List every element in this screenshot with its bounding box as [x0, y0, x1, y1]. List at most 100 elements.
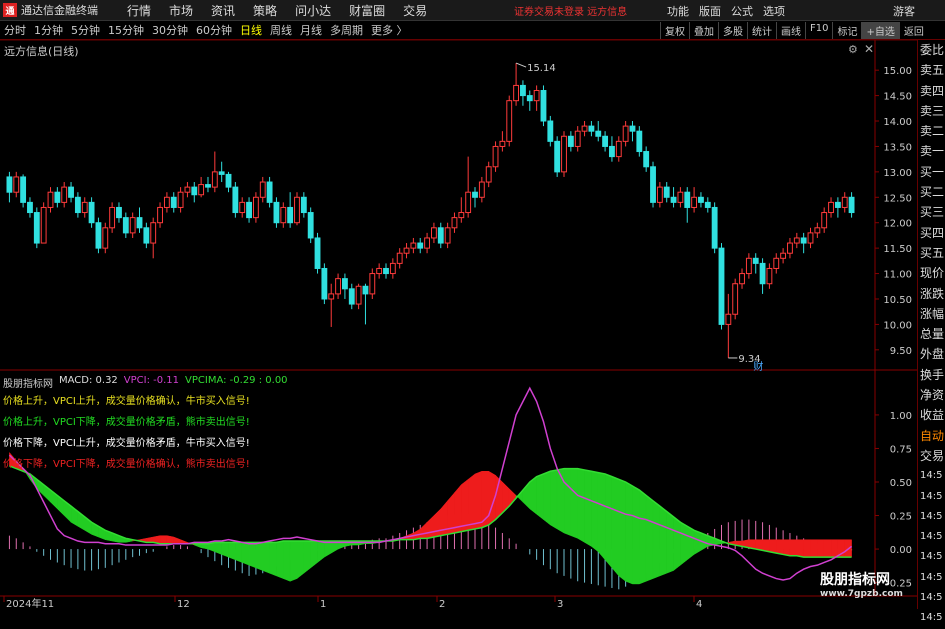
- tool-button[interactable]: 返回: [898, 22, 928, 39]
- side-label[interactable]: 14:5: [918, 487, 945, 507]
- indicator-name[interactable]: 股朋指标网: [3, 375, 53, 390]
- candle-body: [841, 196, 848, 208]
- tool-button[interactable]: 叠加: [689, 22, 718, 39]
- ribbon-segment: [214, 542, 222, 555]
- side-label[interactable]: 14:5: [918, 527, 945, 547]
- period-tab[interactable]: 周线: [266, 24, 296, 37]
- candle-body: [602, 135, 609, 147]
- side-label[interactable]: 14:5: [918, 568, 945, 588]
- ribbon-segment: [782, 539, 791, 557]
- ribbon-segment: [228, 542, 236, 561]
- period-tab[interactable]: 分时: [0, 24, 30, 37]
- tool-button[interactable]: 统计: [747, 22, 776, 39]
- side-label[interactable]: 买五: [918, 243, 945, 263]
- side-label[interactable]: 涨幅: [918, 304, 945, 324]
- candle-body: [663, 186, 670, 198]
- candle-body: [252, 196, 259, 219]
- right-menu-item[interactable]: 版面: [694, 3, 726, 19]
- tool-button[interactable]: 复权: [660, 22, 689, 39]
- side-label[interactable]: 涨跌: [918, 284, 945, 304]
- ribbon-segment: [447, 492, 455, 535]
- side-label[interactable]: 14:5: [918, 608, 945, 628]
- top-menu-item[interactable]: 市场: [160, 2, 202, 19]
- side-label[interactable]: 收益: [918, 405, 945, 425]
- ribbon-segment: [734, 540, 743, 547]
- candle-body: [595, 130, 602, 137]
- tool-button[interactable]: 标记: [832, 22, 861, 39]
- period-tab[interactable]: 多周期: [326, 24, 367, 37]
- candle-body: [266, 181, 273, 203]
- candle-body: [444, 227, 451, 244]
- side-label[interactable]: 外盘: [918, 344, 945, 364]
- login-warning[interactable]: 证券交易未登录 远方信息: [514, 3, 627, 18]
- period-tab[interactable]: 日线: [236, 24, 266, 37]
- right-menu-item[interactable]: 公式: [726, 3, 758, 19]
- period-tab[interactable]: 月线: [296, 24, 326, 37]
- period-tab[interactable]: 30分钟: [148, 24, 192, 37]
- side-label[interactable]: 买二: [918, 182, 945, 202]
- side-label[interactable]: 14:5: [918, 588, 945, 608]
- candle-body: [691, 196, 698, 208]
- period-tab[interactable]: 60分钟: [192, 24, 236, 37]
- ribbon-segment: [748, 539, 756, 550]
- ribbon-segment: [111, 532, 120, 543]
- right-menu-item[interactable]: 选项: [758, 3, 790, 19]
- ribbon-segment: [194, 543, 202, 549]
- top-menu-item[interactable]: 资讯: [202, 2, 244, 19]
- top-menu-item[interactable]: 财富圈: [340, 2, 394, 19]
- ribbon-segment: [70, 505, 79, 527]
- side-label[interactable]: 卖一: [918, 141, 945, 161]
- period-tab[interactable]: 15分钟: [104, 24, 148, 37]
- side-label[interactable]: 买四: [918, 223, 945, 243]
- guest-label[interactable]: 游客: [893, 3, 915, 19]
- side-label[interactable]: 卖二: [918, 121, 945, 141]
- period-tab[interactable]: 1分钟: [30, 24, 67, 37]
- side-label[interactable]: 14:5: [918, 507, 945, 527]
- candle-body: [362, 285, 369, 295]
- gear-icon[interactable]: ⚙: [848, 43, 858, 56]
- side-label[interactable]: 卖三: [918, 101, 945, 121]
- close-icon[interactable]: ✕: [864, 42, 874, 56]
- side-label[interactable]: 买一: [918, 162, 945, 182]
- side-label[interactable]: 总量: [918, 324, 945, 344]
- candle-body: [561, 135, 567, 173]
- tool-button[interactable]: 画线: [776, 22, 805, 39]
- high-label: 15.14: [527, 63, 556, 74]
- side-label[interactable]: 卖五: [918, 60, 945, 80]
- period-tabs: 分时 1分钟 5分钟 15分钟 30分钟 60分钟 日线 周线 月线 多周期 更多 〉: [0, 22, 412, 38]
- side-label[interactable]: 交易: [918, 446, 945, 466]
- top-menu-item[interactable]: 行情: [118, 2, 160, 19]
- side-label[interactable]: 卖四: [918, 81, 945, 101]
- tool-button[interactable]: 多股: [718, 22, 747, 39]
- period-tab[interactable]: 5分钟: [67, 24, 104, 37]
- x-tick-label: 2024年11: [6, 597, 54, 609]
- candle-body: [335, 278, 341, 295]
- side-label[interactable]: 委比: [918, 40, 945, 60]
- chart-tools: 复权 叠加 多股 统计 画线 F10 标记 +自选 返回: [660, 22, 928, 39]
- legend-line: 价格下降，VPCI上升，成交量价格矛盾，牛市买入信号!: [3, 438, 250, 449]
- tool-button[interactable]: F10: [805, 22, 832, 39]
- side-label[interactable]: 现价: [918, 263, 945, 283]
- tool-button[interactable]: +自选: [861, 22, 899, 39]
- ribbon-segment: [36, 478, 44, 497]
- side-label[interactable]: 换手: [918, 365, 945, 385]
- side-label[interactable]: 买三: [918, 202, 945, 222]
- top-menu-item[interactable]: 问小达: [286, 2, 340, 19]
- price-tick-label: 11.50: [883, 244, 912, 255]
- top-menu-item[interactable]: 交易: [394, 2, 436, 19]
- top-menu-item[interactable]: 策略: [244, 2, 286, 19]
- quote-side-panel: 委比 卖五 卖四 卖三 卖二 卖一 买一 买二 买三 买四 买五 现价 涨跌 涨幅 总量 外盘 换手 净资 收益 自动…: [917, 40, 945, 623]
- chart-title: 远方信息(日线): [4, 45, 79, 58]
- side-label[interactable]: 14:5: [918, 547, 945, 567]
- side-label[interactable]: 自动: [918, 426, 945, 446]
- candle-body: [793, 237, 800, 244]
- ribbon-segment: [810, 539, 818, 558]
- candle-body: [540, 90, 547, 122]
- side-label[interactable]: 14:5: [918, 466, 945, 486]
- x-tick-label: 4: [696, 599, 702, 609]
- ribbon-segment: [283, 540, 291, 582]
- period-tab[interactable]: 更多 〉: [367, 24, 412, 37]
- side-label[interactable]: 净资: [918, 385, 945, 405]
- right-menu-item[interactable]: 功能: [662, 3, 694, 19]
- candle-body: [27, 201, 33, 214]
